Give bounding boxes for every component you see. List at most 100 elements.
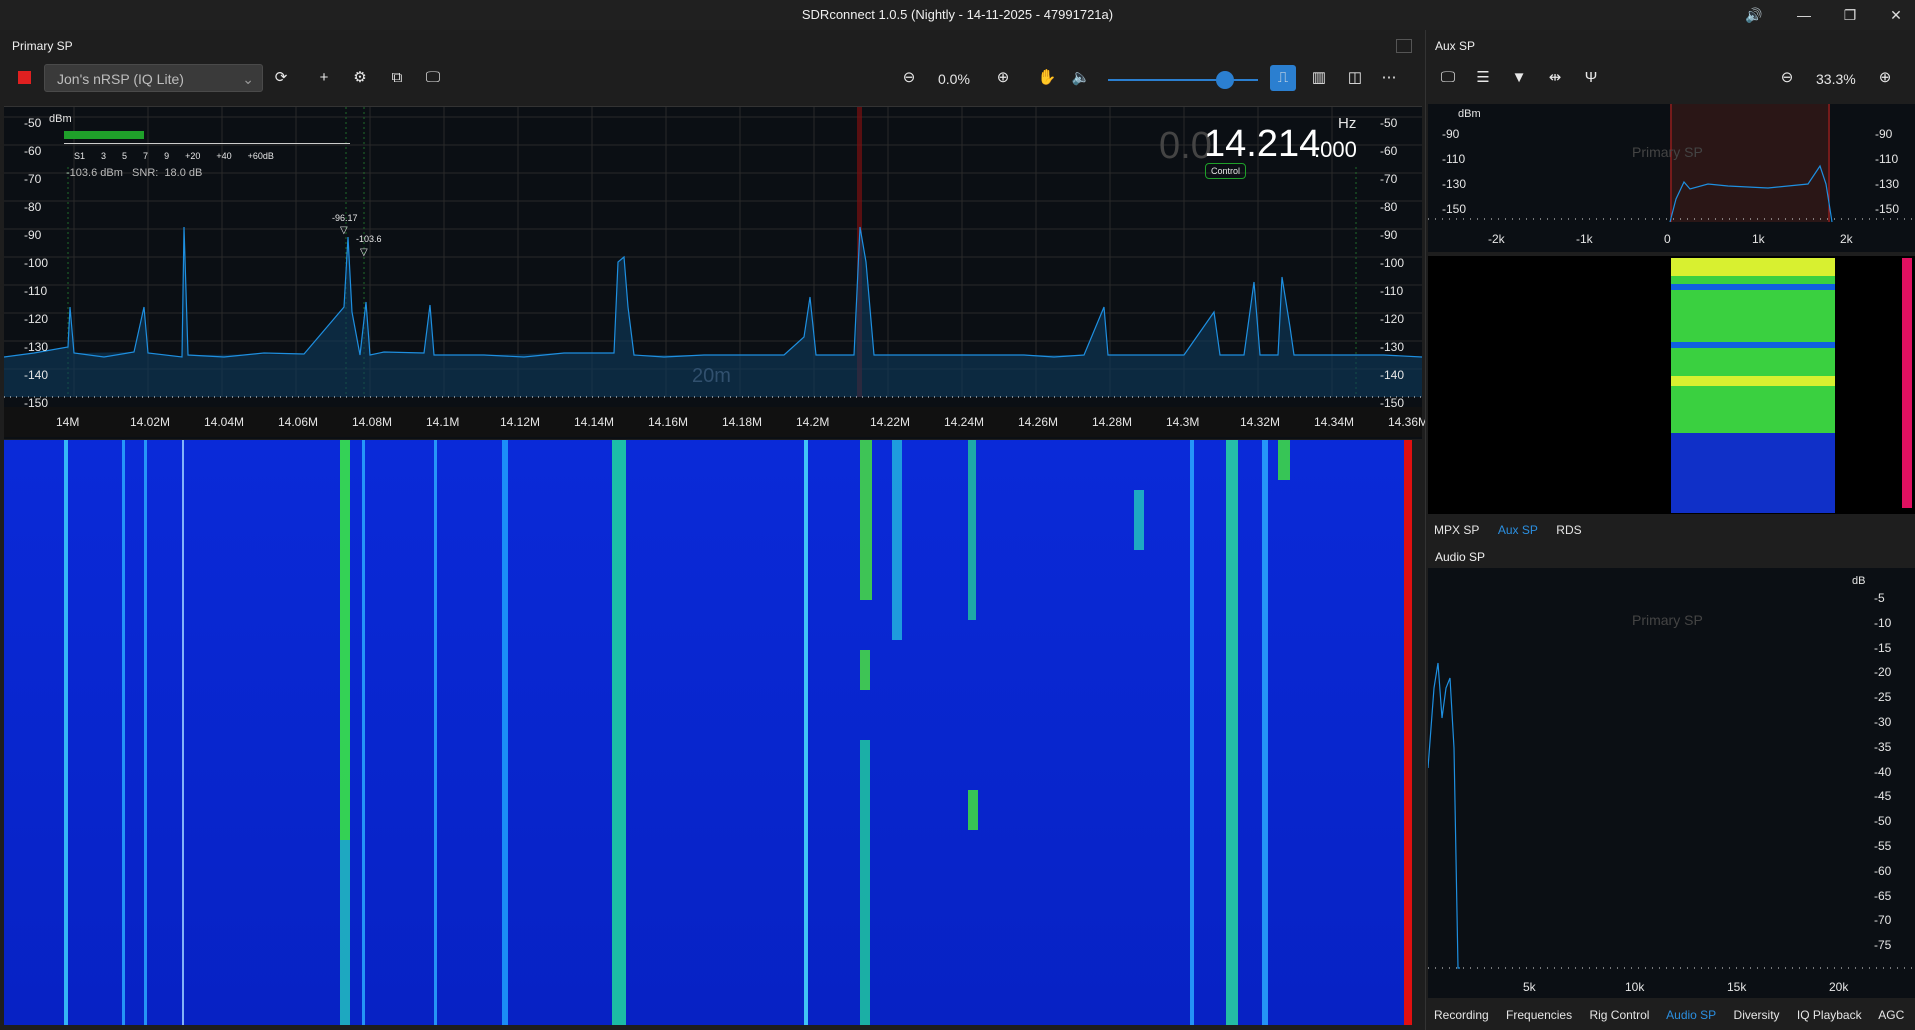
device-select[interactable]: Jon's nRSP (IQ Lite) ⌄ [44, 64, 263, 92]
y-tick: -100 [24, 256, 49, 270]
width-icon[interactable]: ⇹ [1542, 65, 1568, 91]
y-tick: -110 [1875, 152, 1899, 166]
meter-tick: S1 [74, 151, 86, 161]
y-tick: -100 [1380, 256, 1405, 270]
refresh-icon[interactable]: ⟳ [268, 65, 294, 91]
tab-rds[interactable]: RDS [1556, 523, 1581, 537]
minimize-button[interactable]: — [1792, 4, 1816, 26]
y-tick: -50 [1874, 814, 1892, 829]
display-icon[interactable]: 🖵 [1435, 65, 1461, 91]
frequency-axis: 14M 14.02M 14.04M 14.06M 14.08M 14.1M 14… [4, 407, 1428, 437]
dbm-label: dBm [49, 113, 72, 125]
aux-waterfall[interactable] [1428, 256, 1915, 514]
spectrum-mode-icon[interactable]: ⎍ [1270, 65, 1296, 91]
primary-spectrum[interactable]: -50 -60 -70 -80 -90 -100 -110 -120 -130 … [4, 106, 1428, 439]
control-badge[interactable]: Control [1205, 163, 1247, 179]
primary-waterfall[interactable] [4, 440, 1412, 1025]
tab-rig-control[interactable]: Rig Control [1589, 1008, 1649, 1022]
network-icon[interactable]: ⧉ [384, 65, 410, 91]
signal-meter-bar [64, 131, 144, 139]
tab-iq-playback[interactable]: IQ Playback [1797, 1008, 1862, 1022]
window-title: SDRconnect 1.0.5 (Nightly - 14-11-2025 -… [801, 7, 1114, 22]
zoom-in-icon[interactable]: ⊕ [990, 65, 1016, 91]
aux-watermark: Primary SP [1632, 144, 1703, 160]
aux-spectrum[interactable]: dBm Primary SP -90 -110 -130 -150 -90 -1… [1428, 104, 1915, 252]
meter-tick: 7 [143, 151, 149, 161]
tab-aux-sp[interactable]: Aux SP [1498, 523, 1538, 537]
tab-agc[interactable]: AGC [1878, 1008, 1904, 1022]
y-tick: -140 [1380, 368, 1405, 382]
x-tick: -2k [1488, 232, 1505, 246]
y-tick: -70 [1380, 172, 1398, 186]
meter-readout: -103.6 dBm SNR: 18.0 dB [66, 167, 203, 179]
tab-frequencies[interactable]: Frequencies [1506, 1008, 1572, 1022]
waterfall-colorbar [1404, 440, 1412, 1025]
tab-mpx-sp[interactable]: MPX SP [1434, 523, 1479, 537]
y-axis-left: -50 -60 -70 -80 -90 -100 -110 -120 -130 … [24, 109, 48, 417]
volume-slider-handle[interactable] [1216, 71, 1234, 89]
aux-x-axis: -2k -1k 0 1k 2k [1488, 232, 1890, 246]
zoom-in-icon[interactable]: ⊕ [1872, 65, 1898, 91]
y-tick: -60 [1380, 144, 1398, 158]
meter-scale: S1 3 5 7 9 +20 +40 +60dB [74, 151, 274, 161]
bottom-tabs: Recording Frequencies Rig Control Audio … [1434, 1008, 1904, 1022]
volume-icon[interactable]: 🔊 [1742, 4, 1766, 26]
zoom-level: 0.0% [938, 71, 970, 87]
speaker-icon[interactable]: 🔈 [1068, 65, 1094, 91]
more-options-icon[interactable]: ⋯ [1376, 65, 1402, 91]
tab-audio-sp[interactable]: Audio SP [1666, 1008, 1716, 1022]
volume-slider[interactable] [1108, 79, 1258, 81]
zoom-out-icon[interactable]: ⊖ [896, 65, 922, 91]
x-tick: -1k [1576, 232, 1593, 246]
histogram-icon[interactable]: ▥ [1306, 65, 1332, 91]
y-tick: -80 [24, 200, 42, 214]
y-tick: -130 [1442, 177, 1467, 191]
tab-diversity[interactable]: Diversity [1734, 1008, 1780, 1022]
frequency-main[interactable]: 14.214 [1204, 123, 1320, 166]
close-button[interactable]: ✕ [1884, 4, 1908, 26]
frequency-ticks: 14M 14.02M 14.04M 14.06M 14.08M 14.1M 14… [56, 415, 1448, 429]
freq-tick: 14.26M [1018, 415, 1059, 429]
sliders-icon[interactable]: ☰ [1470, 65, 1496, 91]
y-tick: -110 [24, 284, 48, 298]
filter-icon[interactable]: ▼ [1506, 65, 1532, 91]
peak-marker-icon[interactable]: ▽ [340, 225, 348, 236]
x-tick: 15k [1727, 980, 1747, 994]
aux-spectrum-svg [1428, 104, 1915, 223]
display-icon[interactable]: 🖵 [420, 65, 446, 91]
stop-record-icon[interactable] [18, 71, 31, 84]
x-tick: 10k [1625, 980, 1645, 994]
chevron-down-icon: ⌄ [242, 71, 254, 87]
y-tick: -5 [1874, 591, 1885, 605]
settings-icon[interactable]: ⚙ [347, 65, 373, 91]
audio-spectrum[interactable]: dB Primary SP -5 -10 -15 -20 -25 -30 -35… [1427, 568, 1915, 998]
y-tick: -45 [1874, 789, 1892, 804]
y-tick: -70 [1874, 913, 1892, 928]
meter-tick: 3 [101, 151, 107, 161]
pan-hand-icon[interactable]: ✋ [1034, 65, 1060, 91]
zoom-out-icon[interactable]: ⊖ [1774, 65, 1800, 91]
freq-tick: 14.2M [796, 415, 830, 429]
y-tick: -90 [24, 228, 42, 242]
y-tick: -60 [1874, 863, 1892, 878]
marker2-icon[interactable]: ▽ [360, 247, 368, 258]
y-tick: -70 [24, 172, 42, 186]
y-tick: -30 [1874, 714, 1892, 729]
band-label: 20m [692, 365, 731, 387]
x-tick: 0 [1664, 232, 1671, 246]
add-icon[interactable]: + [311, 65, 337, 91]
freq-tick: 14.34M [1314, 415, 1355, 429]
x-tick: 20k [1829, 980, 1849, 994]
antenna-icon[interactable]: Ψ [1578, 65, 1604, 91]
aux-zoom-level: 33.3% [1816, 71, 1856, 87]
restore-button[interactable]: ❐ [1838, 4, 1862, 26]
tab-recording[interactable]: Recording [1434, 1008, 1489, 1022]
audio-db-label: dB [1852, 575, 1866, 587]
freq-tick: 14.32M [1240, 415, 1281, 429]
panel-collapse-button[interactable] [1396, 39, 1412, 53]
y-tick: -90 [1875, 127, 1893, 141]
freq-tick: 14.16M [648, 415, 689, 429]
y-tick: -15 [1874, 640, 1892, 655]
split-view-icon[interactable]: ◫ [1342, 65, 1368, 91]
y-tick: -75 [1874, 938, 1892, 953]
